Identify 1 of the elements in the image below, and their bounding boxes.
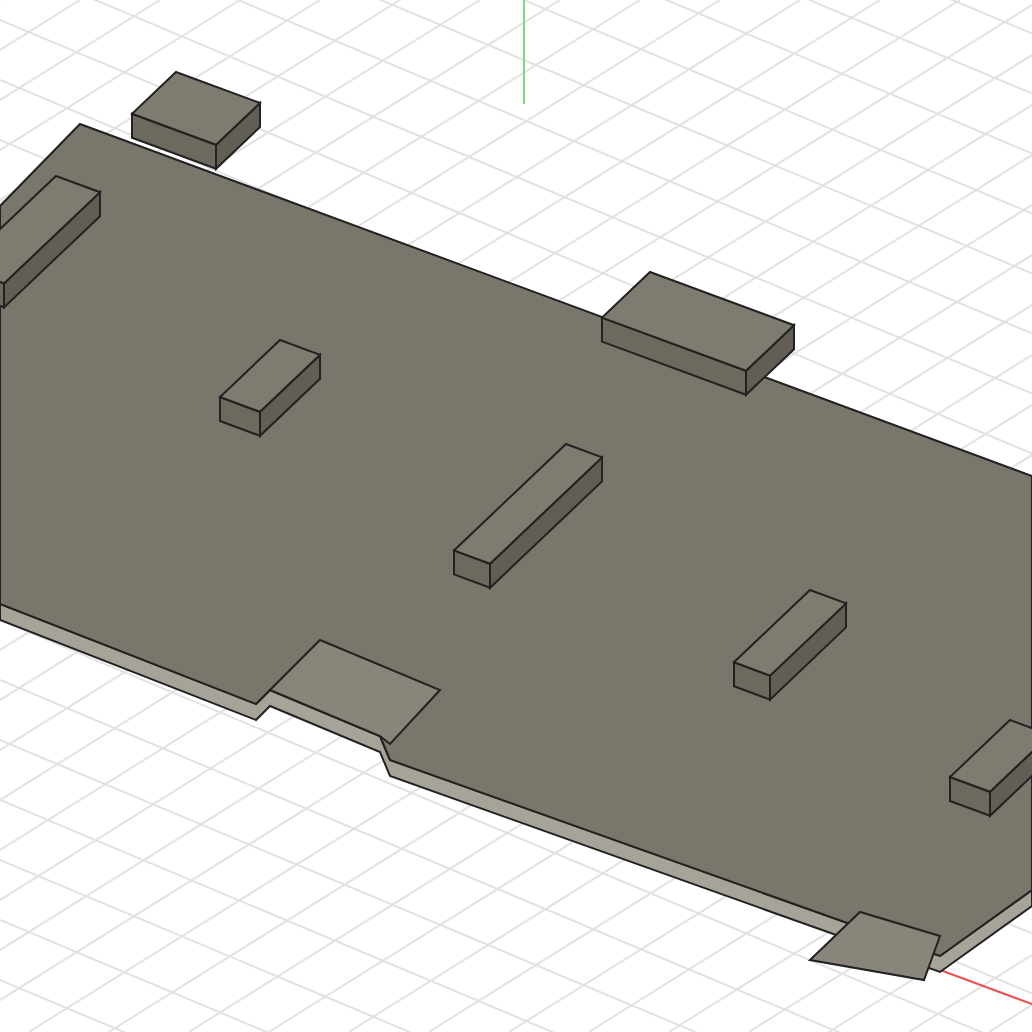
y-axis-line [523,0,525,105]
